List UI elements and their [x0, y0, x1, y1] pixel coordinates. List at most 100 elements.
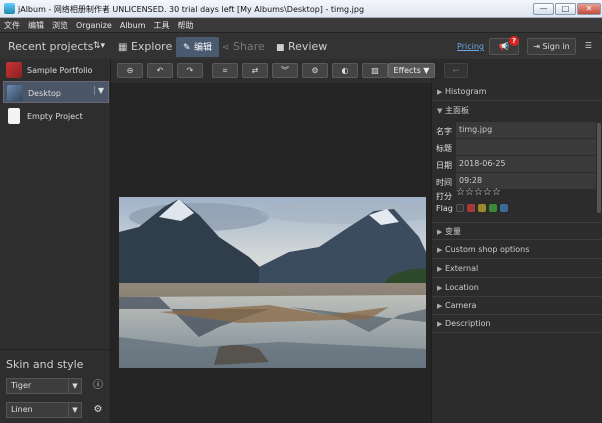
- star-icon[interactable]: ☆: [465, 187, 474, 198]
- section-histogram[interactable]: ▶ Histogram: [432, 83, 602, 101]
- info-icon[interactable]: ⓘ: [92, 380, 104, 392]
- name-field[interactable]: timg.jpg: [456, 122, 596, 138]
- rating-stars[interactable]: ☆☆☆☆☆: [456, 187, 501, 198]
- transform-button[interactable]: ⇄: [242, 63, 268, 78]
- menu-file[interactable]: 文件: [0, 18, 24, 31]
- menu-help[interactable]: 帮助: [173, 18, 197, 31]
- section-main-panel[interactable]: ▼ 主面板: [432, 102, 602, 120]
- triangle-right-icon: ▶: [437, 228, 443, 236]
- skin-select[interactable]: Tiger ▼: [6, 378, 82, 394]
- date-field[interactable]: 2018-06-25: [456, 156, 596, 172]
- undo-button[interactable]: ↩: [444, 63, 468, 78]
- triangle-down-icon: ▼: [437, 107, 443, 115]
- section-external[interactable]: ▶ External: [432, 260, 602, 278]
- flag-yellow[interactable]: [478, 203, 486, 212]
- recent-projects-label: Recent projects: [8, 40, 94, 53]
- undo-icon: ↩: [452, 66, 460, 75]
- image-icon: ▨: [371, 66, 379, 75]
- tab-explore[interactable]: ▦ Explore: [118, 37, 172, 57]
- project-item[interactable]: Sample Portfolio: [3, 59, 109, 81]
- menu-icon[interactable]: ☰: [580, 38, 597, 55]
- project-list: Sample Portfolio Desktop ▼ Empty Project: [0, 59, 111, 349]
- maximize-button[interactable]: □: [555, 3, 576, 15]
- sign-in-button[interactable]: ⇥ Sign in: [527, 38, 576, 55]
- scrollbar[interactable]: [597, 123, 601, 213]
- section-description[interactable]: ▶ Description: [432, 315, 602, 333]
- project-item[interactable]: Empty Project: [3, 105, 109, 127]
- flag-label: Flag: [436, 204, 453, 213]
- contrast-button[interactable]: ◐: [332, 63, 358, 78]
- project-label: Desktop: [28, 89, 61, 98]
- menu-edit[interactable]: 编辑: [24, 18, 48, 31]
- transform-icon: ⇄: [251, 66, 259, 75]
- app-icon: [4, 3, 15, 14]
- flag-green[interactable]: [489, 203, 497, 212]
- close-button[interactable]: ✕: [577, 3, 601, 15]
- settings-button[interactable]: ⚙: [302, 63, 328, 78]
- window-title: jAlbum - 网络相册制作者 UNLICENSED. 30 trial da…: [18, 5, 365, 14]
- chevron-down-icon: ▼: [68, 403, 81, 417]
- triangle-right-icon: ▶: [437, 302, 443, 310]
- image-adjust-button[interactable]: ▨: [362, 63, 388, 78]
- chevron-down-icon: ▼: [423, 66, 430, 75]
- sort-icon[interactable]: ⇅▾: [93, 41, 105, 51]
- tab-edit[interactable]: ✎ 编辑: [176, 37, 220, 57]
- star-icon[interactable]: ☆: [474, 187, 483, 198]
- flag-picker[interactable]: [456, 203, 511, 212]
- flag-red[interactable]: [467, 203, 475, 212]
- flag-none[interactable]: [456, 203, 464, 212]
- time-label: 时间: [436, 178, 452, 187]
- triangle-right-icon: ▶: [437, 88, 443, 96]
- pricing-link[interactable]: Pricing: [457, 42, 484, 51]
- triangle-right-icon: ▶: [437, 284, 443, 292]
- star-icon[interactable]: ☆: [456, 187, 465, 198]
- menu-organize[interactable]: Organize: [72, 19, 116, 30]
- effects-button[interactable]: Effects ▼: [388, 63, 435, 78]
- menu-browse[interactable]: 浏览: [48, 18, 72, 31]
- properties-panel: ▶ Histogram ▼ 主面板 名字 timg.jpg 标题 日期 2018-0…: [431, 83, 602, 423]
- crop-button[interactable]: ⌗: [212, 63, 238, 78]
- document-icon: [8, 108, 20, 124]
- tab-review[interactable]: ■ Review: [276, 37, 327, 57]
- title-field[interactable]: [456, 139, 596, 155]
- section-custom-shop[interactable]: ▶ Custom shop options: [432, 241, 602, 259]
- triangle-right-icon: ▶: [437, 246, 443, 254]
- redeye-button[interactable]: ︾: [272, 63, 298, 78]
- section-camera[interactable]: ▶ Camera: [432, 297, 602, 315]
- dropdown-icon[interactable]: ▼: [93, 86, 104, 95]
- zoom-out-button[interactable]: ⊖: [117, 63, 143, 78]
- project-item-selected[interactable]: Desktop ▼: [3, 81, 109, 103]
- grid-icon: ▦: [118, 42, 128, 53]
- project-thumbnail: [7, 85, 23, 101]
- rotate-left-button[interactable]: ↶: [147, 63, 173, 78]
- share-icon: ⋖: [222, 43, 230, 53]
- project-label: Sample Portfolio: [27, 66, 93, 75]
- photo-preview[interactable]: [119, 197, 426, 368]
- menu-album[interactable]: Album: [116, 19, 150, 30]
- menu-tools[interactable]: 工具: [149, 18, 173, 31]
- section-location[interactable]: ▶ Location: [432, 279, 602, 297]
- flag-blue[interactable]: [500, 203, 508, 212]
- sign-in-icon: ⇥: [533, 42, 540, 51]
- image-canvas: [111, 83, 431, 423]
- gear-icon[interactable]: ⚙: [92, 404, 104, 416]
- minimize-button[interactable]: —: [533, 3, 554, 15]
- section-variables[interactable]: ▶ 变量: [432, 222, 602, 240]
- megaphone-icon: 📢: [499, 42, 509, 51]
- chevron-down-icon: ▼: [68, 379, 81, 393]
- triangle-right-icon: ▶: [437, 265, 443, 273]
- notification-badge: ?: [509, 36, 519, 46]
- star-icon[interactable]: ☆: [483, 187, 492, 198]
- project-label: Empty Project: [27, 112, 83, 121]
- style-select[interactable]: Linen ▼: [6, 402, 82, 418]
- name-label: 名字: [436, 127, 452, 136]
- tab-share[interactable]: ⋖ Share: [222, 37, 265, 57]
- triangle-right-icon: ▶: [437, 320, 443, 328]
- crop-icon: ⌗: [222, 66, 228, 75]
- date-label: 日期: [436, 161, 452, 170]
- rotate-right-button[interactable]: ↷: [177, 63, 203, 78]
- star-icon[interactable]: ☆: [492, 187, 501, 198]
- minus-icon: ⊖: [126, 66, 134, 75]
- review-icon: ■: [276, 43, 285, 53]
- rotate-right-icon: ↷: [186, 66, 194, 75]
